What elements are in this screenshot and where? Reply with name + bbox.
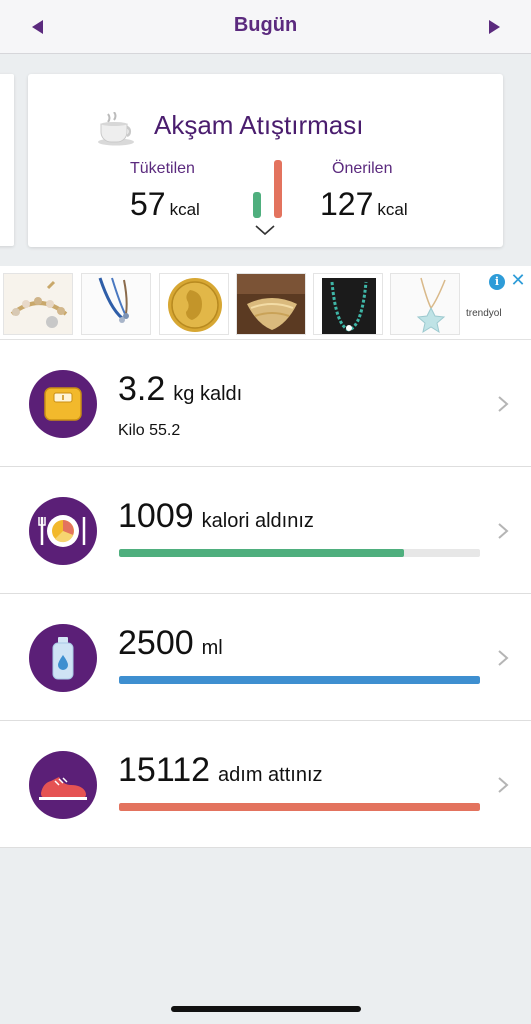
- chevron-right-icon: [498, 396, 509, 412]
- triangle-right-icon: [488, 20, 500, 34]
- weight-remaining-value: 3.2: [118, 370, 166, 408]
- date-header: Bugün: [0, 0, 531, 54]
- previous-meal-card[interactable]: [0, 74, 14, 246]
- star-pendant-image: [391, 274, 459, 334]
- steps-value: 15112: [118, 751, 211, 789]
- water-bottle-icon-circle: [29, 624, 97, 692]
- consumed-number: 57: [130, 186, 166, 222]
- home-indicator[interactable]: [171, 1006, 361, 1012]
- consumed-unit: kcal: [169, 200, 200, 219]
- calories-progress-fill: [119, 549, 405, 557]
- next-day-button[interactable]: [483, 15, 505, 39]
- recommended-unit: kcal: [377, 200, 408, 219]
- close-icon[interactable]: ✕: [509, 270, 527, 290]
- calories-suffix: kalori aldınız: [201, 510, 314, 532]
- water-row[interactable]: 2500 ml: [0, 594, 531, 721]
- ad-product-bracelet[interactable]: [3, 273, 73, 335]
- bracelet-image: [4, 274, 72, 334]
- calories-row[interactable]: 1009 kalori aldınız: [0, 467, 531, 594]
- ad-brand-label: trendyol: [466, 308, 502, 319]
- chevron-right-icon: [498, 777, 509, 793]
- calories-consumed: 1009 kalori aldınız: [118, 497, 314, 536]
- meal-title: Akşam Atıştırması: [154, 110, 364, 140]
- steps-suffix: adım attınız: [218, 764, 323, 786]
- steps-row[interactable]: 15112 adım attınız: [0, 721, 531, 848]
- ad-product-coin[interactable]: [159, 273, 229, 335]
- recommended-number: 127: [320, 186, 374, 222]
- page-title: Bugün: [233, 14, 298, 36]
- water-progress-fill: [119, 676, 480, 684]
- chevron-right-icon: [498, 650, 509, 666]
- scale-icon-circle: [29, 370, 97, 438]
- kcal-comparison-bars: [250, 160, 284, 218]
- weight-row[interactable]: 3.2 kg kaldı Kilo 55.2: [0, 340, 531, 467]
- current-weight: Kilo 55.2: [118, 422, 181, 439]
- recommended-label: Önerilen: [332, 160, 393, 177]
- meal-carousel[interactable]: Akşam Atıştırması Tüketilen Önerilen 57 k…: [0, 54, 531, 266]
- steps-progress-fill: [119, 803, 480, 811]
- recommended-value: 127 kcal: [320, 186, 408, 223]
- water-bottle-icon: [52, 637, 74, 680]
- ad-product-bead-necklace[interactable]: [313, 273, 383, 335]
- calories-progress: [119, 549, 480, 557]
- sneaker-icon-circle: [29, 751, 97, 819]
- sneaker-icon: [39, 777, 87, 800]
- consumed-bar: [253, 191, 261, 218]
- chevron-right-icon: [498, 523, 509, 539]
- water-progress: [119, 676, 480, 684]
- ad-banner[interactable]: trendyol i ✕: [0, 266, 531, 340]
- steps-progress: [119, 803, 480, 811]
- ad-product-chain[interactable]: [236, 273, 306, 335]
- gold-chain-image: [237, 274, 305, 334]
- consumed-label: Tüketilen: [130, 160, 195, 177]
- consumed-value: 57 kcal: [130, 186, 200, 223]
- meal-card[interactable]: Akşam Atıştırması Tüketilen Önerilen 57 k…: [28, 74, 503, 247]
- water-consumed: 2500 ml: [118, 624, 223, 663]
- chevron-down-icon[interactable]: [254, 224, 276, 236]
- ad-product-star-pendant[interactable]: [390, 273, 460, 335]
- plate-icon-circle: [29, 497, 97, 565]
- gold-coin-image: [160, 274, 228, 334]
- ad-product-necklace[interactable]: [81, 273, 151, 335]
- necklace-image: [82, 274, 150, 334]
- calories-value: 1009: [118, 497, 194, 535]
- water-suffix: ml: [201, 637, 223, 659]
- steps-taken: 15112 adım attınız: [118, 751, 323, 790]
- water-value: 2500: [118, 624, 194, 662]
- plate-icon: [38, 515, 86, 547]
- bead-necklace-image: [314, 274, 382, 334]
- scale-icon: [44, 387, 82, 421]
- info-icon[interactable]: i: [489, 274, 505, 290]
- teacup-icon: [98, 112, 134, 146]
- weight-remaining-suffix: kg kaldı: [173, 383, 243, 405]
- weight-remaining: 3.2 kg kaldı: [118, 370, 242, 409]
- recommended-bar: [274, 160, 282, 218]
